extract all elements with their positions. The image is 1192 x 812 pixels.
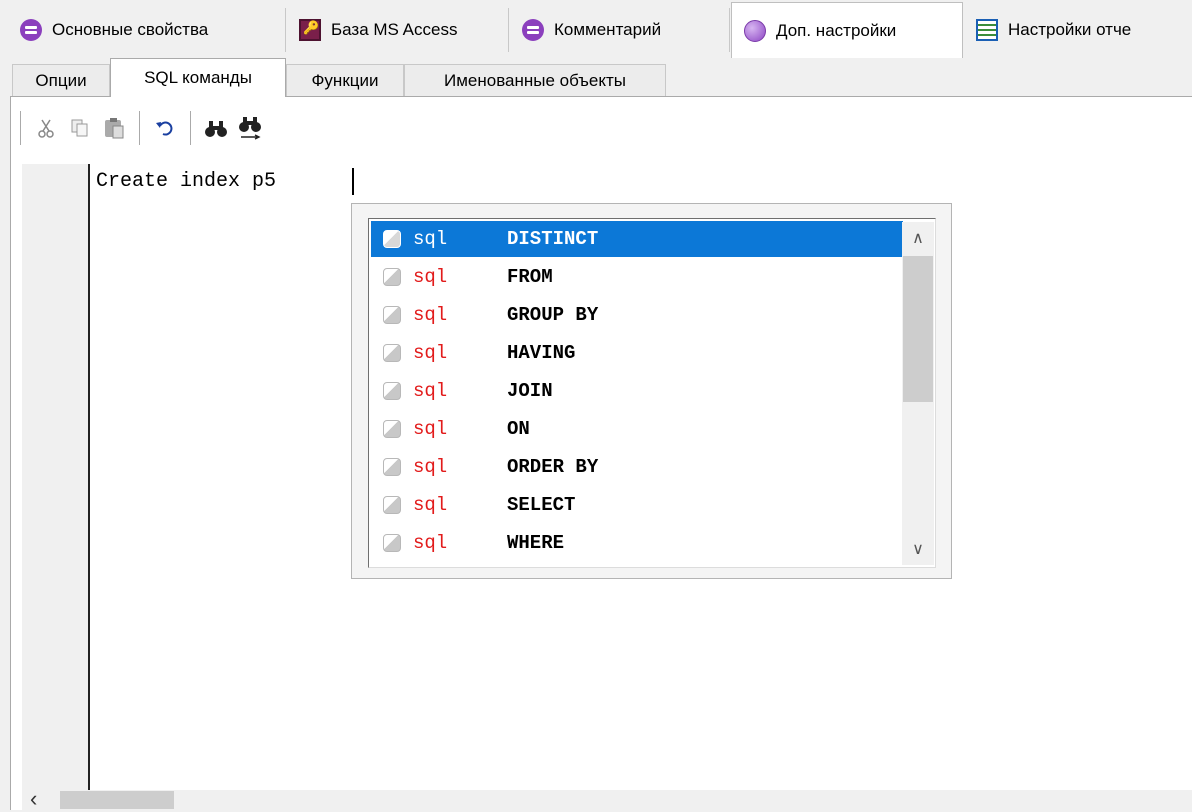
sub-tab-bar: Опции SQL команды Функции Именованные об… [12, 58, 1192, 97]
keyword-cube-icon [383, 344, 401, 362]
list-item[interactable]: sql ON [371, 411, 903, 447]
keyword-cube-icon [383, 306, 401, 324]
autocomplete-list[interactable]: sql DISTINCT sql FROM sql GROUP BY sql H… [368, 218, 936, 568]
tab-label: SQL команды [144, 68, 252, 87]
access-key-icon [299, 19, 321, 41]
list-item[interactable]: sql WHERE [371, 525, 903, 561]
toolbar-separator [139, 111, 140, 145]
item-keyword: ORDER BY [507, 456, 599, 478]
tab-extra-settings[interactable]: Доп. настройки [731, 2, 963, 58]
line-number-gutter [22, 164, 90, 790]
item-kind: sql [413, 266, 448, 288]
text-caret [352, 168, 354, 195]
list-item[interactable]: sql JOIN [371, 373, 903, 409]
toolbar-separator [190, 111, 191, 145]
item-kind: sql [413, 456, 448, 478]
sql-editor-line[interactable]: Create index p5 [96, 170, 288, 193]
item-keyword: HAVING [507, 342, 576, 364]
list-item[interactable]: sql DISTINCT [371, 221, 903, 257]
tab-label: Настройки отче [1008, 20, 1132, 39]
keyword-cube-icon [383, 496, 401, 514]
item-kind: sql [413, 380, 448, 402]
paste-icon[interactable] [97, 111, 131, 145]
keyword-cube-icon [383, 420, 401, 438]
item-keyword: WHERE [507, 532, 565, 554]
tab-label: Основные свойства [52, 20, 209, 39]
item-kind: sql [413, 342, 448, 364]
item-keyword: FROM [507, 266, 553, 288]
tab-options[interactable]: Опции [12, 64, 110, 96]
list-item[interactable]: sql HAVING [371, 335, 903, 371]
tab-ms-access[interactable]: База MS Access [287, 8, 509, 52]
item-keyword: JOIN [507, 380, 553, 402]
chevron-down-icon[interactable]: ∨ [902, 533, 934, 565]
item-keyword: SELECT [507, 494, 576, 516]
replace-icon[interactable] [233, 111, 267, 145]
tab-comment[interactable]: Комментарий [510, 8, 730, 52]
cut-icon[interactable] [29, 111, 63, 145]
tab-label: Комментарий [554, 20, 662, 39]
tab-main-properties[interactable]: Основные свойства [8, 8, 286, 52]
report-icon [976, 19, 998, 41]
keyword-cube-icon [383, 268, 401, 286]
tab-label: Опции [35, 70, 87, 90]
item-kind: sql [413, 304, 448, 326]
item-kind: sql [413, 532, 448, 554]
tab-label: Доп. настройки [776, 20, 897, 40]
list-item[interactable]: sql SELECT [371, 487, 903, 523]
keyword-cube-icon [383, 230, 401, 248]
chevron-up-icon[interactable]: ∧ [902, 222, 934, 254]
tab-label: Именованные объекты [443, 70, 626, 90]
autocomplete-scrollbar[interactable]: ∧ ∨ [902, 222, 934, 565]
item-kind: sql [413, 494, 448, 516]
tab-named-objects[interactable]: Именованные объекты [404, 64, 666, 96]
keyword-cube-icon [383, 534, 401, 552]
item-kind: sql [413, 418, 448, 440]
tab-label: Функции [311, 70, 379, 90]
item-kind: sql [413, 228, 448, 250]
item-keyword: GROUP BY [507, 304, 599, 326]
item-keyword: ON [507, 418, 530, 440]
tab-functions[interactable]: Функции [286, 64, 404, 96]
keyword-cube-icon [383, 382, 401, 400]
list-item[interactable]: sql GROUP BY [371, 297, 903, 333]
top-tab-bar: Основные свойства База MS Access Коммент… [0, 0, 1192, 58]
copy-icon[interactable] [63, 111, 97, 145]
toolbar-separator [20, 111, 21, 145]
editor-toolbar [12, 104, 1182, 152]
list-item[interactable]: sql ORDER BY [371, 449, 903, 485]
globe-icon [744, 19, 766, 42]
tab-report-settings[interactable]: Настройки отче [964, 8, 1192, 52]
database-icon [522, 19, 544, 41]
scrollbar-thumb[interactable] [60, 791, 174, 809]
undo-icon[interactable] [148, 111, 182, 145]
find-icon[interactable] [199, 111, 233, 145]
item-keyword: DISTINCT [507, 228, 599, 250]
tab-label: База MS Access [331, 20, 458, 39]
keyword-cube-icon [383, 458, 401, 476]
database-icon [20, 19, 42, 41]
horizontal-scrollbar[interactable]: ‹ [22, 786, 1192, 811]
chevron-left-icon[interactable]: ‹ [30, 786, 37, 812]
tab-sql-commands[interactable]: SQL команды [110, 58, 286, 97]
list-item[interactable]: sql FROM [371, 259, 903, 295]
scrollbar-thumb[interactable] [903, 256, 933, 402]
